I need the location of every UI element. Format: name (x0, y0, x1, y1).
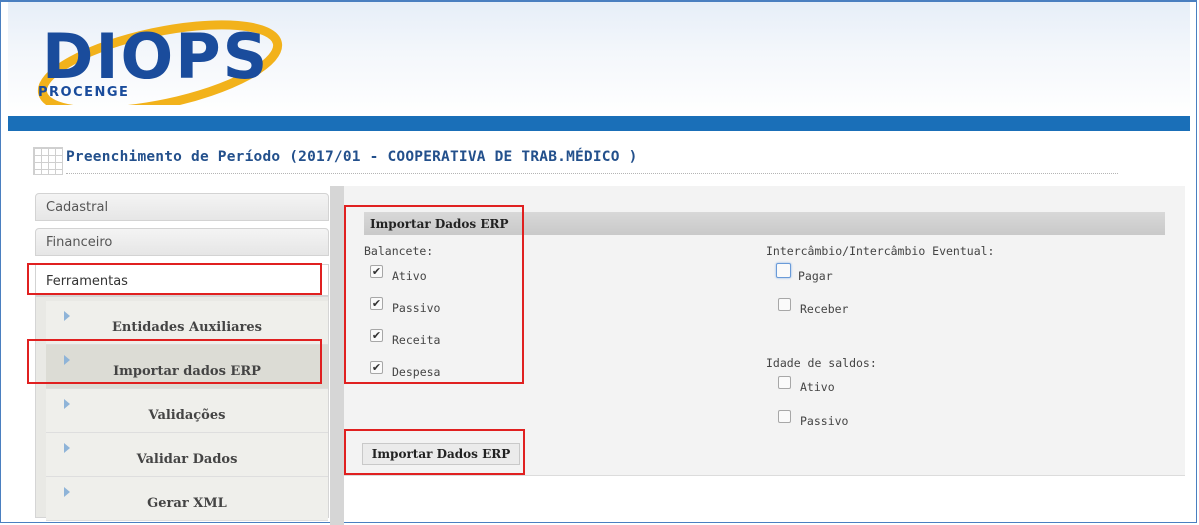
submenu-item-gerar-xml[interactable]: Gerar XML (46, 477, 328, 521)
sidebar-tab-ferramentas[interactable]: Ferramentas (35, 264, 329, 296)
checkbox-label: Receber (800, 302, 849, 316)
checkbox-unchecked-icon[interactable] (778, 410, 791, 423)
page-title-row: Preenchimento de Período (2017/01 - COOP… (33, 145, 1123, 185)
header-bar (8, 116, 1190, 131)
submenu-item-importar-dados-erp[interactable]: Importar dados ERP (46, 345, 328, 389)
submenu-item-label: Validações (148, 408, 226, 423)
submenu-item-label: Gerar XML (147, 496, 227, 511)
checkbox-unchecked-icon[interactable] (778, 298, 791, 311)
checkbox-label: Passivo (392, 301, 441, 315)
checkbox-checked-icon[interactable]: ✔ (370, 361, 383, 374)
balancete-label: Balancete: (364, 244, 434, 258)
diops-logo: DIOPS PROCENGE (32, 10, 287, 116)
submenu-item-validacoes[interactable]: Validações (46, 389, 328, 433)
intercambio-label: Intercâmbio/Intercâmbio Eventual: (766, 244, 995, 258)
submenu-item-validar-dados[interactable]: Validar Dados (46, 433, 328, 477)
header-banner: DIOPS PROCENGE (8, 2, 1190, 116)
section-header: Importar Dados ERP (364, 212, 1165, 235)
checkbox-label: Passivo (800, 414, 849, 428)
submenu-item-entidades-auxiliares[interactable]: Entidades Auxiliares (46, 301, 328, 345)
checkbox-checked-icon[interactable]: ✔ (370, 297, 383, 310)
logo-text: DIOPS (42, 20, 269, 93)
checkbox-label: Despesa (392, 365, 441, 379)
checkbox-checked-icon[interactable]: ✔ (370, 265, 383, 278)
import-dados-erp-button[interactable]: Importar Dados ERP (362, 443, 520, 465)
checkbox-unchecked-icon[interactable] (776, 263, 791, 278)
logo-subtext: PROCENGE (38, 85, 129, 100)
idade-saldos-label: Idade de saldos: (766, 356, 877, 370)
submenu-item-label: Validar Dados (136, 452, 238, 467)
ferramentas-submenu: Entidades Auxiliares Importar dados ERP … (35, 296, 329, 521)
grid-icon (33, 147, 63, 175)
submenu-item-label: Entidades Auxiliares (112, 320, 262, 335)
sidebar-tab-financeiro[interactable]: Financeiro (35, 228, 329, 256)
checkbox-label: Ativo (392, 269, 427, 283)
sidebar-tab-cadastral[interactable]: Cadastral (35, 193, 329, 221)
page-title: Preenchimento de Período (2017/01 - COOP… (66, 149, 638, 165)
checkbox-unchecked-icon[interactable] (778, 376, 791, 389)
title-divider (66, 173, 1118, 174)
checkbox-label: Ativo (800, 380, 835, 394)
checkbox-checked-icon[interactable]: ✔ (370, 329, 383, 342)
checkbox-label: Receita (392, 333, 441, 347)
section-title: Importar Dados ERP (370, 217, 509, 231)
submenu-item-label: Importar dados ERP (113, 364, 261, 379)
panel-separator (330, 186, 344, 525)
import-erp-panel: Importar Dados ERP (344, 186, 1185, 476)
checkbox-label: Pagar (798, 269, 833, 283)
